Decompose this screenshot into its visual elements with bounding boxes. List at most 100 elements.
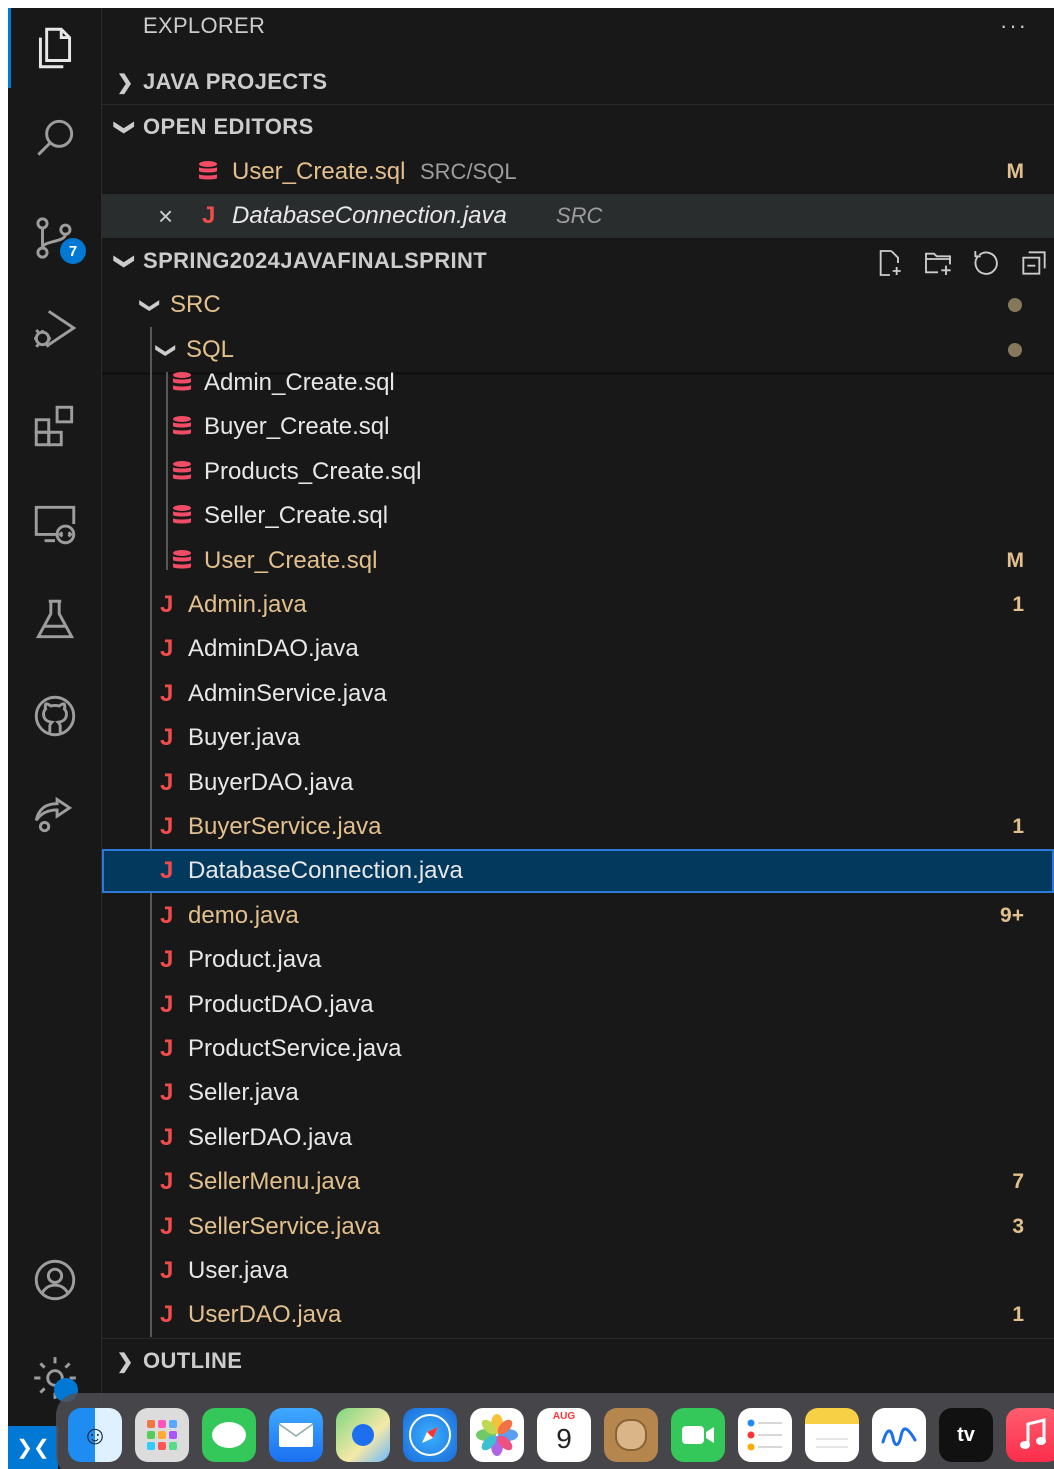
- file-name: DatabaseConnection.java: [188, 857, 463, 884]
- contacts-app-icon[interactable]: [604, 1408, 658, 1462]
- java-file-icon: J: [160, 769, 174, 796]
- remote-icon: ❯❮: [16, 1437, 50, 1459]
- calendar-app-icon[interactable]: AUG 9: [537, 1408, 591, 1462]
- file-name: BuyerService.java: [188, 813, 382, 840]
- folder-src[interactable]: ❯ SRC: [102, 283, 1054, 327]
- tree-item-java-file[interactable]: J User.java: [102, 1249, 1054, 1293]
- java-file-icon: J: [160, 1035, 174, 1062]
- run-debug-button[interactable]: [8, 288, 101, 368]
- mail-app-icon[interactable]: [269, 1408, 323, 1462]
- notes-app-icon[interactable]: [805, 1408, 859, 1462]
- section-workspace[interactable]: ❯ SPRING2024JAVAFINALSPRINT: [102, 239, 1054, 283]
- tree-item-java-file[interactable]: J SellerService.java 3: [102, 1205, 1054, 1249]
- problem-or-git-badge: 1: [1012, 1303, 1024, 1326]
- map-arrow-icon: [352, 1424, 374, 1446]
- new-folder-button[interactable]: [920, 245, 956, 281]
- chevron-down-icon: ❯: [113, 118, 136, 136]
- music-note-icon: [1020, 1418, 1046, 1449]
- reminders-app-icon[interactable]: [738, 1408, 792, 1462]
- extensions-button[interactable]: [8, 386, 101, 466]
- new-file-button[interactable]: [872, 245, 908, 281]
- file-name: Seller.java: [188, 1079, 299, 1106]
- explorer-title: EXPLORER: [143, 13, 266, 38]
- tree-item-java-file[interactable]: J SellerMenu.java 7: [102, 1160, 1054, 1204]
- chevron-right-icon: ❯: [116, 1350, 134, 1373]
- tree-item-java-file[interactable]: Jdemo.java 9+: [102, 894, 1054, 938]
- tree-item-java-file[interactable]: J AdminService.java: [102, 672, 1054, 716]
- tree-item-sql-file[interactable]: Seller_Create.sql: [102, 494, 1054, 538]
- file-name: demo.java: [188, 902, 299, 929]
- finder-face-icon: ☺: [81, 1419, 109, 1450]
- folder-name: SRC: [170, 291, 221, 318]
- tree-item-java-file[interactable]: J BuyerService.java 1: [102, 805, 1054, 849]
- tree-item-java-file[interactable]: J UserDAO.java 1: [102, 1293, 1054, 1337]
- tree-item-sql-file[interactable]: Products_Create.sql: [102, 450, 1054, 494]
- tree-item-java-file[interactable]: J ProductDAO.java: [102, 983, 1054, 1027]
- file-name: Product.java: [188, 946, 322, 973]
- facetime-app-icon[interactable]: [671, 1408, 725, 1462]
- music-app-icon[interactable]: [1006, 1408, 1054, 1462]
- tree-item-sql-file[interactable]: Admin_Create.sql: [102, 361, 1054, 405]
- new-file-icon: [879, 250, 901, 276]
- tree-item-java-file[interactable]: J DatabaseConnection.java: [102, 849, 1054, 893]
- open-editor-path: SRC/SQL: [420, 159, 517, 184]
- maps-app-icon[interactable]: [336, 1408, 390, 1462]
- java-file-icon: J: [160, 946, 174, 973]
- search-button[interactable]: [8, 98, 101, 178]
- tree-item-sql-file[interactable]: Buyer_Create.sql: [102, 405, 1054, 449]
- tree-item-java-file[interactable]: J ProductService.java: [102, 1027, 1054, 1071]
- finder-app-icon[interactable]: ☺: [68, 1408, 122, 1462]
- file-name: AdminDAO.java: [188, 635, 359, 662]
- database-icon: [172, 504, 192, 528]
- source-control-button[interactable]: 7: [8, 198, 101, 278]
- remote-indicator-button[interactable]: ❯❮: [8, 1426, 58, 1469]
- tree-item-java-file[interactable]: J Seller.java: [102, 1071, 1054, 1115]
- person-icon: [615, 1419, 647, 1451]
- messages-app-icon[interactable]: [202, 1408, 256, 1462]
- flower-icon: [476, 1414, 518, 1456]
- open-editor-database-connection[interactable]: × J DatabaseConnection.java SRC: [102, 194, 1054, 238]
- section-java-projects[interactable]: ❯ JAVA PROJECTS: [102, 60, 1054, 104]
- problem-or-git-badge: M: [1006, 549, 1025, 572]
- tree-item-java-file[interactable]: J Buyer.java: [102, 716, 1054, 760]
- testing-button[interactable]: [8, 580, 101, 660]
- java-file-icon: J: [160, 591, 174, 618]
- file-name: User.java: [188, 1257, 289, 1284]
- java-file-icon: J: [160, 680, 174, 707]
- section-outline[interactable]: ❯ OUTLINE: [102, 1339, 1054, 1383]
- github-button[interactable]: [8, 676, 101, 756]
- tree-item-java-file[interactable]: J SellerDAO.java: [102, 1116, 1054, 1160]
- tv-label: tv: [957, 1423, 975, 1446]
- photos-app-icon[interactable]: [470, 1408, 524, 1462]
- apple-tv-app-icon[interactable]: tv: [939, 1408, 993, 1462]
- scribble-icon: [881, 1427, 917, 1446]
- database-icon: [172, 460, 192, 484]
- java-file-icon: J: [160, 991, 174, 1018]
- tree-item-java-file[interactable]: J Product.java: [102, 938, 1054, 982]
- remote-explorer-button[interactable]: [8, 484, 101, 564]
- refresh-button[interactable]: [968, 245, 1004, 281]
- file-name: Buyer_Create.sql: [204, 413, 390, 440]
- live-share-button[interactable]: [8, 772, 101, 852]
- open-editor-name: User_Create.sql: [232, 158, 406, 185]
- section-open-editors[interactable]: ❯ OPEN EDITORS: [102, 105, 1054, 149]
- tree-item-java-file[interactable]: J BuyerDAO.java: [102, 761, 1054, 805]
- collapse-all-button[interactable]: [1016, 245, 1052, 281]
- accounts-button[interactable]: [8, 1240, 101, 1320]
- launchpad-app-icon[interactable]: [135, 1408, 189, 1462]
- java-file-icon: J: [160, 1257, 174, 1284]
- problem-or-git-badge: 9+: [1000, 904, 1024, 927]
- tree-item-java-file[interactable]: J AdminDAO.java: [102, 627, 1054, 671]
- tree-item-sql-file[interactable]: User_Create.sql M: [102, 539, 1054, 583]
- tree-item-java-file[interactable]: J Admin.java 1: [102, 583, 1054, 627]
- run-debug-icon: [33, 310, 76, 348]
- java-file-icon: J: [160, 857, 174, 884]
- file-name: ProductService.java: [188, 1035, 402, 1062]
- safari-app-icon[interactable]: [403, 1408, 457, 1462]
- file-name: BuyerDAO.java: [188, 769, 354, 796]
- explorer-button[interactable]: [8, 8, 101, 88]
- open-editor-user-create[interactable]: User_Create.sql SRC/SQL M: [102, 150, 1054, 194]
- close-icon[interactable]: ×: [158, 201, 173, 232]
- more-actions-icon[interactable]: ···: [1000, 13, 1028, 39]
- freeform-app-icon[interactable]: [872, 1408, 926, 1462]
